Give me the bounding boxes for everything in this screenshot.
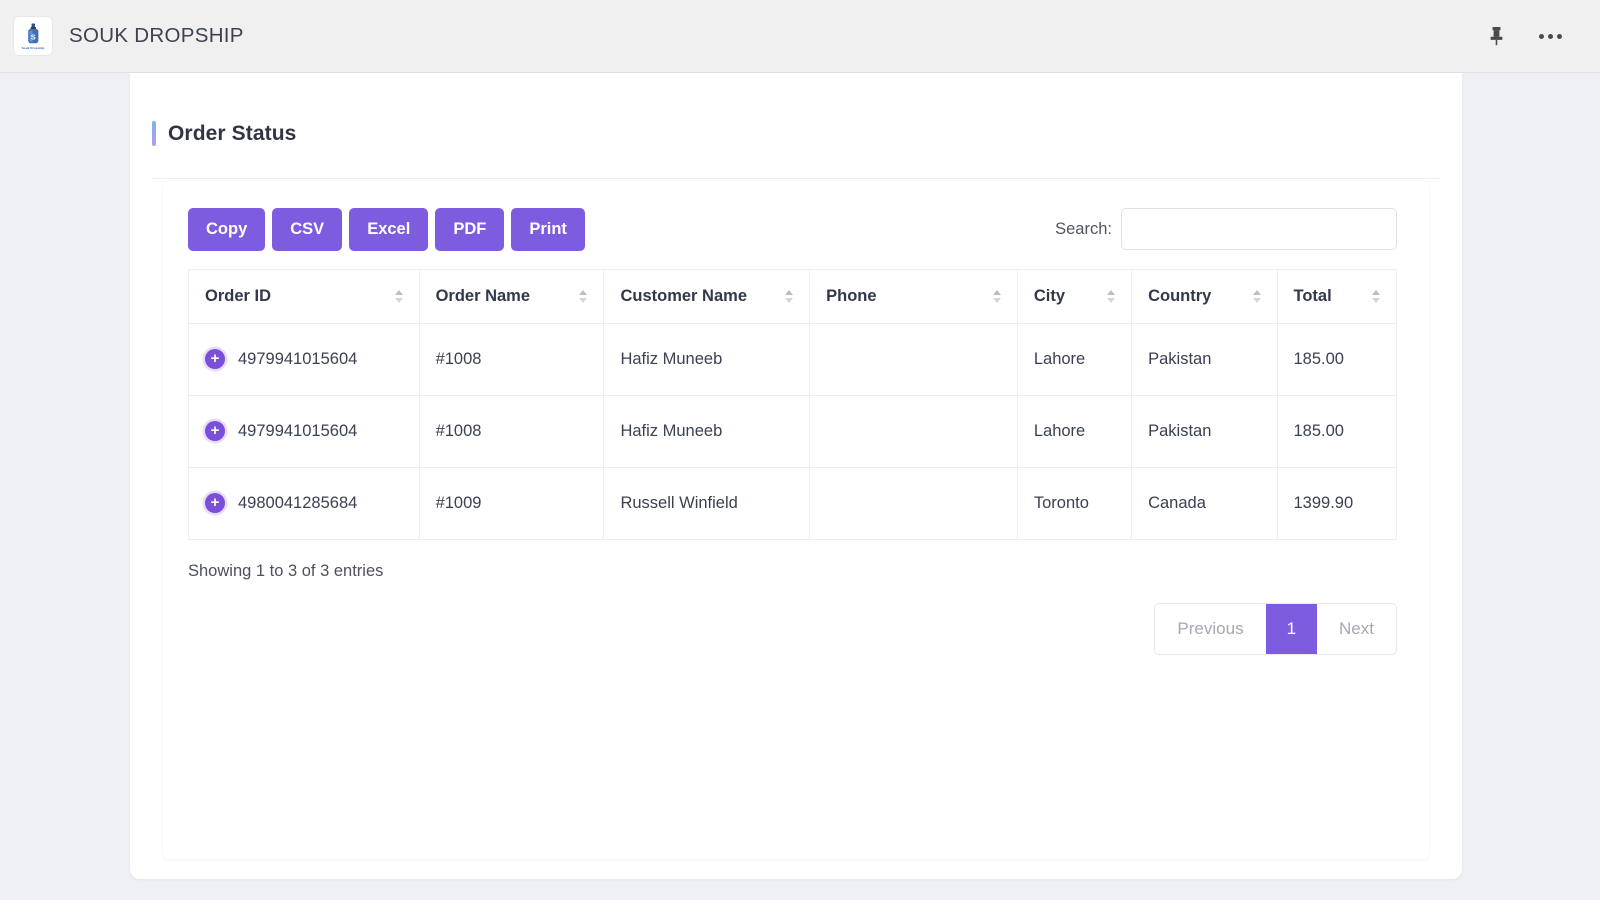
column-header-order-id[interactable]: Order ID bbox=[188, 268, 420, 324]
panel-header: Order Status bbox=[130, 73, 1462, 146]
sort-icon[interactable] bbox=[785, 289, 794, 303]
dot bbox=[1556, 33, 1562, 39]
csv-button[interactable]: CSV bbox=[272, 208, 343, 251]
sort-icon[interactable] bbox=[1372, 289, 1380, 303]
entries-info: Showing 1 to 3 of 3 entries bbox=[188, 561, 384, 580]
column-label: City bbox=[1033, 286, 1066, 305]
cell-order-id: + 4979941015604 bbox=[188, 394, 420, 468]
sort-icon[interactable] bbox=[1107, 289, 1116, 303]
orders-table-wrapper: Order ID Order Name Customer Name Phone … bbox=[163, 251, 1429, 540]
pager-group: Previous 1 Next bbox=[1154, 602, 1397, 655]
cell-phone bbox=[809, 394, 1018, 468]
cell-order-id: + 4979941015604 bbox=[188, 322, 420, 396]
search-label: Search: bbox=[1055, 219, 1112, 238]
pagination: Previous 1 Next bbox=[188, 602, 1397, 655]
column-label: Phone bbox=[826, 286, 877, 305]
column-label: Order Name bbox=[435, 286, 531, 305]
svg-text:S: S bbox=[30, 32, 35, 41]
logo-caption: Souk Dropship bbox=[21, 45, 45, 50]
table-row[interactable]: + 4979941015604 #1008 Hafiz Muneeb Lahor… bbox=[188, 322, 1397, 396]
order-id-value: 4980041285684 bbox=[238, 493, 358, 512]
column-label: Customer Name bbox=[620, 286, 747, 305]
orders-table: Order ID Order Name Customer Name Phone … bbox=[188, 268, 1397, 540]
cell-order-id: + 4980041285684 bbox=[188, 466, 420, 540]
app-title: SOUK DROPSHIP bbox=[69, 24, 244, 47]
column-header-total[interactable]: Total bbox=[1276, 268, 1397, 324]
column-header-city[interactable]: City bbox=[1016, 268, 1133, 324]
dot bbox=[1547, 33, 1553, 39]
cell-phone bbox=[809, 466, 1018, 540]
cell-phone bbox=[809, 322, 1018, 396]
content-card: Order Status Copy CSV Excel PDF Print Se… bbox=[130, 73, 1462, 879]
cell-country: Pakistan bbox=[1131, 394, 1278, 468]
panel-accent-bar bbox=[152, 121, 156, 146]
cell-city: Lahore bbox=[1016, 322, 1133, 396]
cell-city: Lahore bbox=[1016, 394, 1133, 468]
column-label: Country bbox=[1148, 286, 1212, 305]
cell-total: 185.00 bbox=[1276, 322, 1397, 396]
panel-divider bbox=[152, 178, 1440, 179]
cell-country: Pakistan bbox=[1131, 322, 1278, 396]
sort-icon[interactable] bbox=[992, 289, 1001, 303]
copy-button[interactable]: Copy bbox=[188, 208, 266, 251]
cell-customer-name: Russell Winfield bbox=[603, 466, 811, 540]
export-button-group: Copy CSV Excel PDF Print bbox=[188, 208, 585, 251]
search-input[interactable] bbox=[1121, 208, 1397, 251]
cell-country: Canada bbox=[1131, 466, 1278, 540]
cell-customer-name: Hafiz Muneeb bbox=[603, 322, 811, 396]
table-toolbar: Copy CSV Excel PDF Print Search: bbox=[163, 181, 1429, 251]
orders-table-body: + 4979941015604 #1008 Hafiz Muneeb Lahor… bbox=[188, 322, 1397, 540]
excel-button[interactable]: Excel bbox=[349, 208, 429, 251]
dot bbox=[1538, 33, 1544, 39]
table-row[interactable]: + 4980041285684 #1009 Russell Winfield T… bbox=[188, 466, 1397, 540]
search-area: Search: bbox=[1055, 208, 1397, 251]
pagination-page-1[interactable]: 1 bbox=[1265, 603, 1318, 654]
table-footer: Showing 1 to 3 of 3 entries Previous 1 N… bbox=[163, 540, 1429, 655]
cell-order-name: #1009 bbox=[418, 466, 605, 540]
app-titlebar-actions bbox=[1482, 22, 1564, 50]
cell-order-name: #1008 bbox=[418, 322, 605, 396]
orders-table-head: Order ID Order Name Customer Name Phone … bbox=[188, 268, 1397, 324]
column-header-order-name[interactable]: Order Name bbox=[418, 268, 605, 324]
table-row[interactable]: + 4979941015604 #1008 Hafiz Muneeb Lahor… bbox=[188, 394, 1397, 468]
column-header-phone[interactable]: Phone bbox=[809, 268, 1018, 324]
ellipsis-icon[interactable] bbox=[1536, 22, 1564, 50]
sort-icon[interactable] bbox=[1252, 289, 1261, 303]
app-titlebar: S Souk Dropship SOUK DROPSHIP bbox=[0, 0, 1600, 73]
app-logo: S Souk Dropship bbox=[14, 17, 52, 55]
cell-order-name: #1008 bbox=[418, 394, 605, 468]
orders-panel: Copy CSV Excel PDF Print Search: Order I… bbox=[163, 181, 1429, 859]
cell-city: Toronto bbox=[1016, 466, 1133, 540]
column-header-country[interactable]: Country bbox=[1131, 268, 1278, 324]
app-brand: S Souk Dropship SOUK DROPSHIP bbox=[14, 17, 244, 55]
sort-icon[interactable] bbox=[579, 289, 588, 303]
pdf-button[interactable]: PDF bbox=[435, 208, 505, 251]
column-label: Total bbox=[1293, 286, 1332, 305]
order-id-value: 4979941015604 bbox=[238, 421, 358, 440]
cell-customer-name: Hafiz Muneeb bbox=[603, 394, 811, 468]
print-button[interactable]: Print bbox=[511, 208, 585, 251]
perfume-bottle-icon: S bbox=[25, 23, 42, 45]
expand-row-icon[interactable]: + bbox=[205, 349, 225, 370]
cell-total: 1399.90 bbox=[1276, 466, 1397, 540]
column-header-customer-name[interactable]: Customer Name bbox=[603, 268, 811, 324]
page-body: Order Status Copy CSV Excel PDF Print Se… bbox=[0, 73, 1600, 900]
pin-icon[interactable] bbox=[1482, 22, 1510, 50]
sort-icon[interactable] bbox=[394, 289, 403, 303]
pagination-previous[interactable]: Previous bbox=[1155, 603, 1266, 654]
cell-total: 185.00 bbox=[1276, 394, 1397, 468]
expand-row-icon[interactable]: + bbox=[205, 493, 225, 514]
order-id-value: 4979941015604 bbox=[238, 349, 358, 368]
expand-row-icon[interactable]: + bbox=[205, 421, 225, 442]
pagination-next[interactable]: Next bbox=[1317, 603, 1396, 654]
ellipsis-dots bbox=[1538, 33, 1562, 39]
column-label: Order ID bbox=[205, 286, 272, 305]
table-header-row: Order ID Order Name Customer Name Phone … bbox=[188, 268, 1397, 324]
page-title: Order Status bbox=[168, 121, 297, 145]
